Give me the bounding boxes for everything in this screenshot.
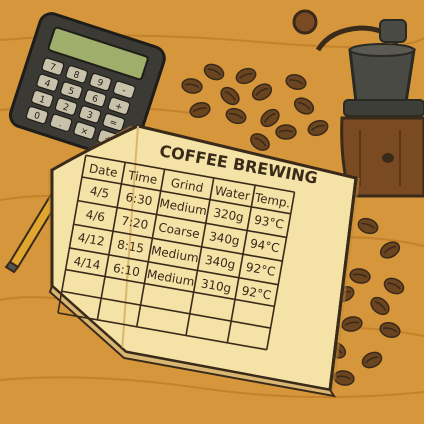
coffee-bean — [275, 124, 297, 140]
illustration: 789-456+123=0.×÷ COFFEE BREWING DateTime… — [0, 0, 424, 424]
scene: 789-456+123=0.×÷ COFFEE BREWING DateTime… — [0, 0, 424, 424]
